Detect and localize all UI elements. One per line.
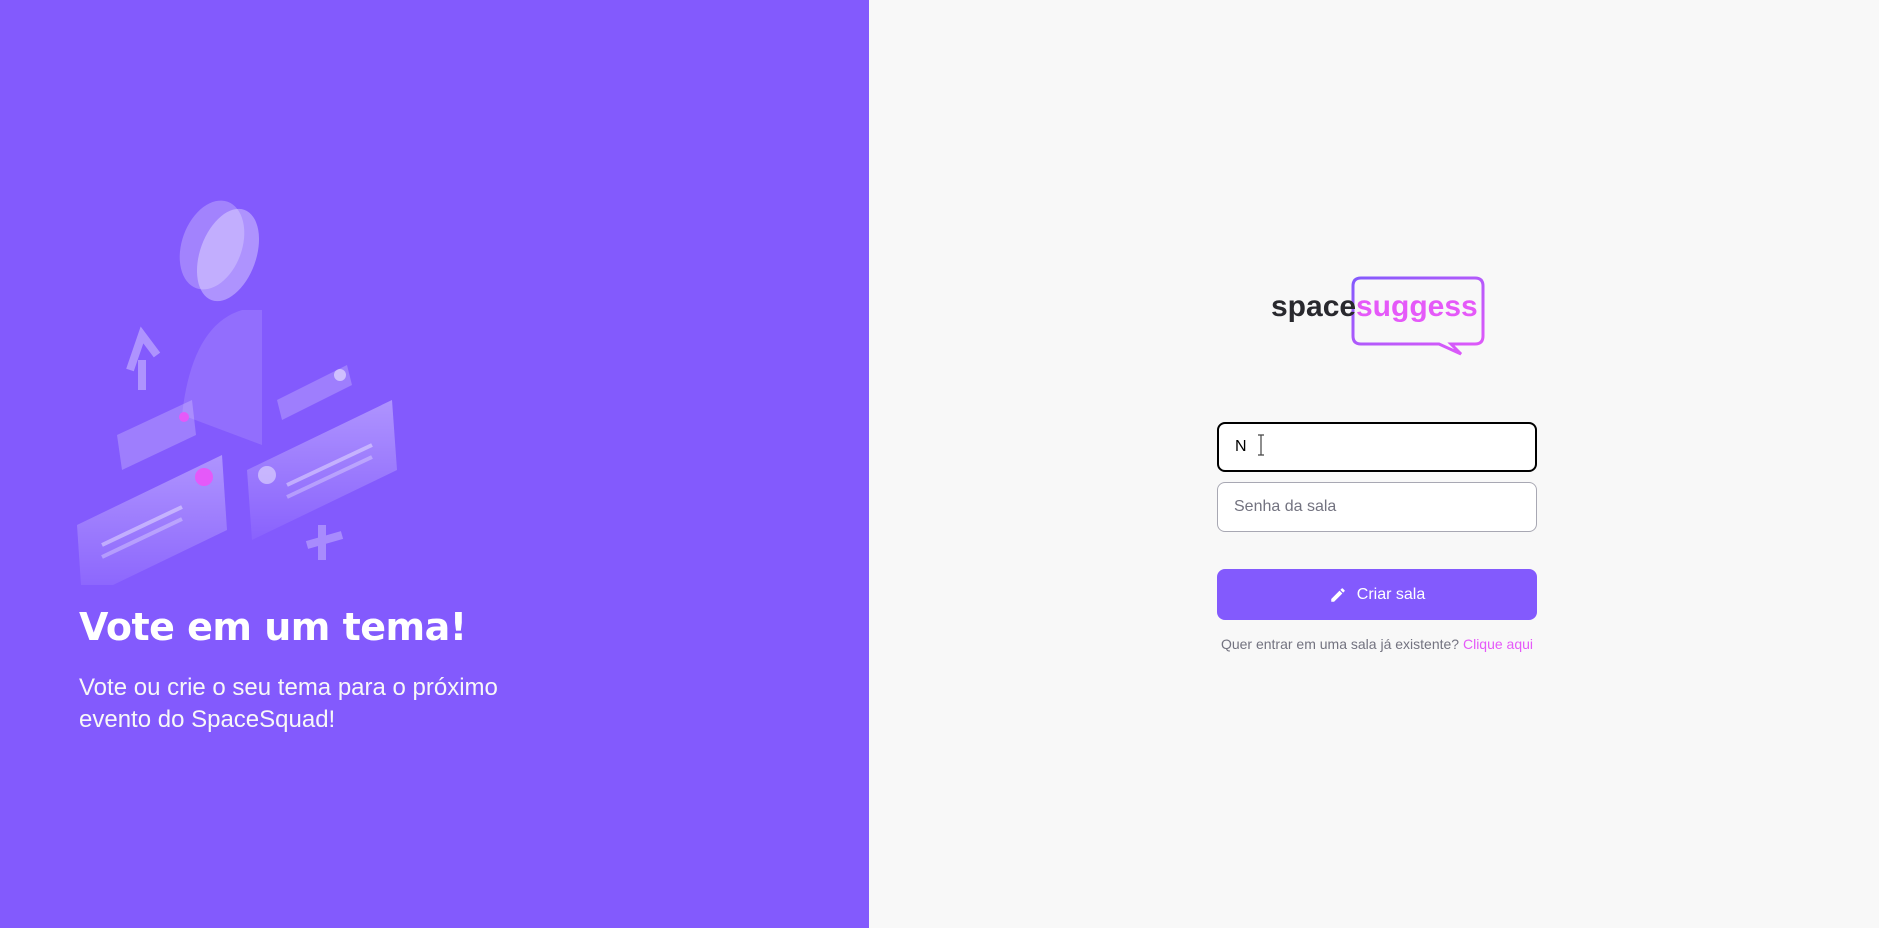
room-name-input[interactable]: [1217, 422, 1537, 472]
logo-text-suggess: suggess: [1356, 290, 1478, 323]
hero-title: Vote em um tema!: [79, 605, 467, 649]
create-room-button[interactable]: Criar sala: [1217, 569, 1537, 620]
room-password-input[interactable]: [1217, 482, 1537, 532]
hero-subtitle: Vote ou crie o seu tema para o próximo e…: [79, 674, 498, 733]
logo-text-space: space: [1271, 290, 1357, 323]
main-content: space suggess Criar sala Quer entrar em …: [869, 0, 1879, 928]
join-room-hint: Quer entrar em uma sala já existente? Cl…: [1217, 636, 1537, 652]
left-panel: Vote em um tema! Vote ou crie o seu tema…: [0, 0, 869, 928]
text-cursor-icon: [1258, 434, 1264, 456]
join-room-link[interactable]: Clique aqui: [1463, 636, 1533, 652]
join-room-question: Quer entrar em uma sala já existente?: [1220, 636, 1460, 652]
app-logo: space suggess: [1271, 276, 1487, 356]
voting-illustration: [77, 200, 397, 585]
create-room-label: Criar sala: [1356, 585, 1426, 603]
pencil-icon: [1331, 587, 1345, 602]
